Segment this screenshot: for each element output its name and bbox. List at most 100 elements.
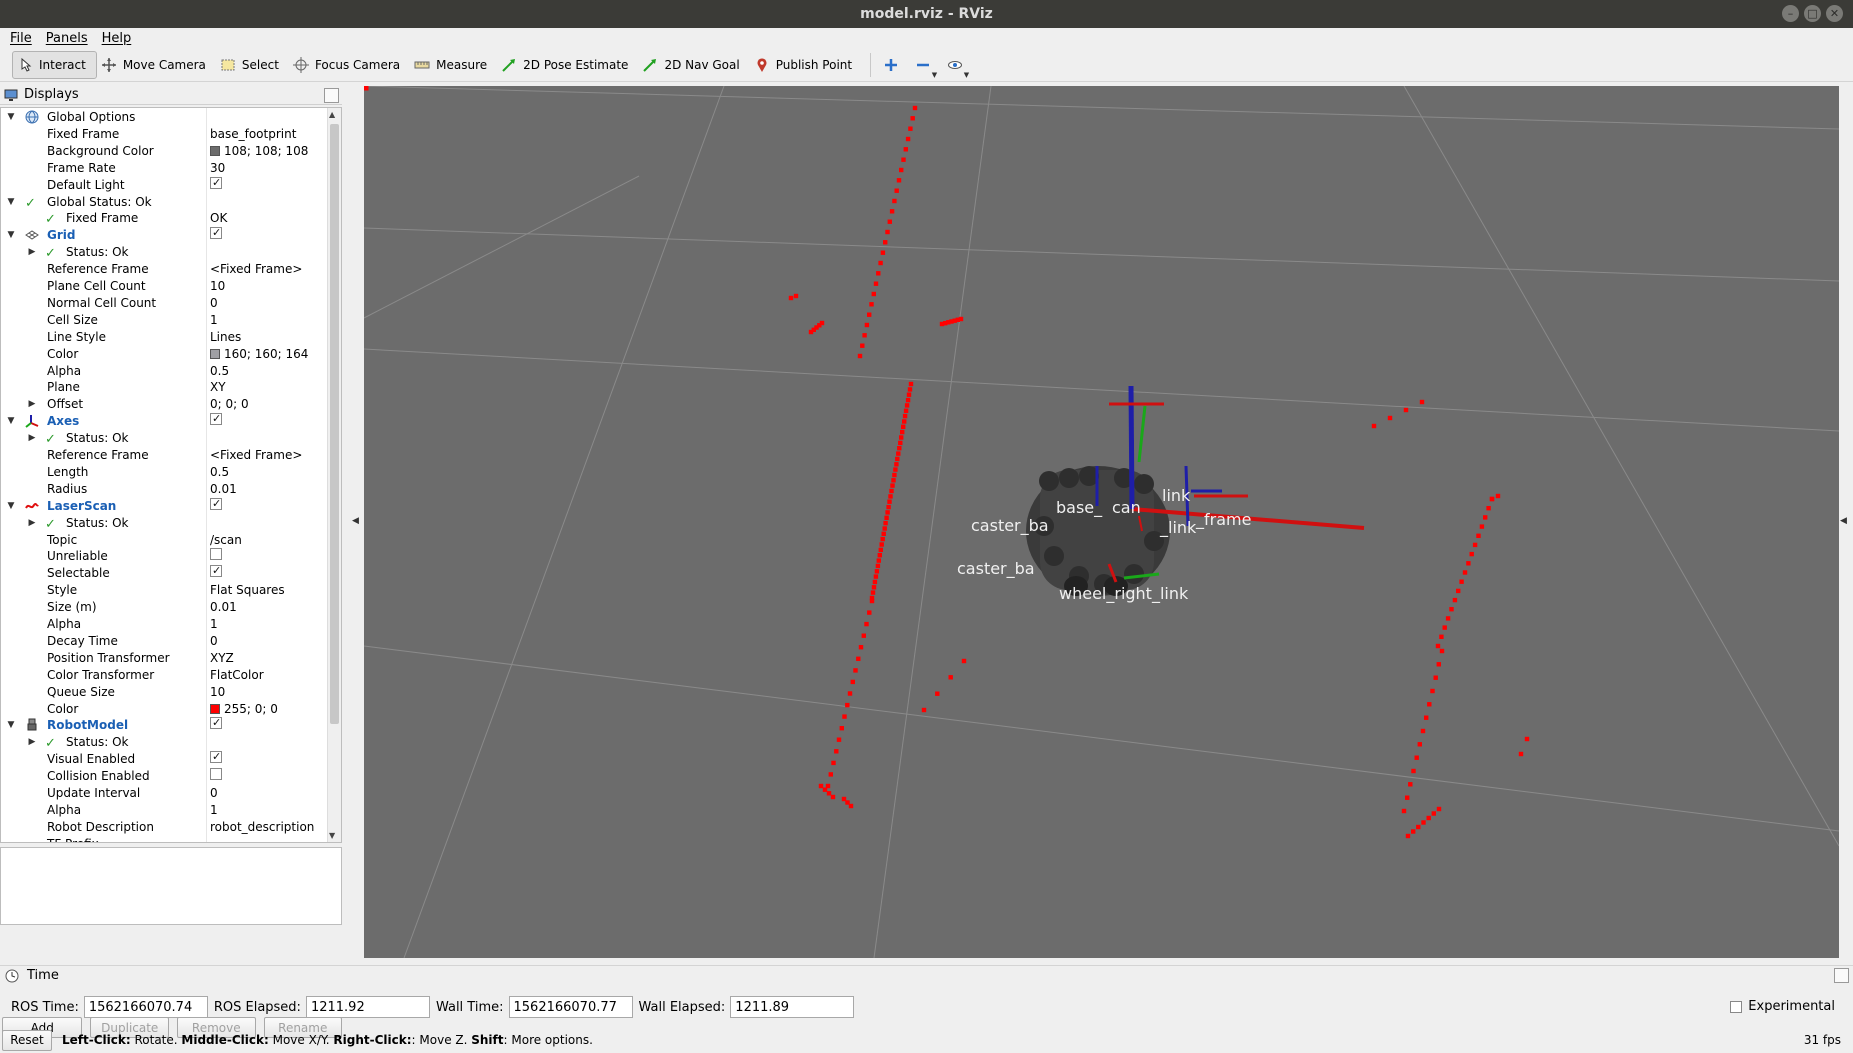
property-value[interactable]	[210, 768, 222, 781]
ros-time-field[interactable]	[83, 996, 208, 1018]
property-checkbox[interactable]	[210, 225, 222, 241]
tree-row[interactable]: ▼ Grid	[1, 225, 327, 243]
tree-row[interactable]: Line Style Lines	[1, 329, 327, 345]
tree-row[interactable]: Radius 0.01	[1, 481, 327, 497]
property-value[interactable]: 1	[210, 312, 218, 328]
tree-row[interactable]: Normal Cell Count 0	[1, 295, 327, 311]
scrollbar-thumb[interactable]	[330, 124, 339, 724]
property-value[interactable]: 1	[210, 616, 218, 632]
tree-row[interactable]: Queue Size 10	[1, 684, 327, 700]
panel-close-button[interactable]	[324, 88, 339, 103]
collapse-arrow-icon[interactable]: ▼	[6, 498, 16, 514]
tree-row[interactable]: Length 0.5	[1, 464, 327, 480]
tool-2d-pose-estimate[interactable]: 2D Pose Estimate	[497, 51, 638, 79]
tree-row[interactable]: Fixed Frame base_footprint	[1, 126, 327, 142]
property-checkbox[interactable]	[210, 563, 222, 579]
collapse-left-arrow[interactable]: ◀	[352, 516, 359, 526]
tree-row[interactable]: Selectable	[1, 563, 327, 581]
property-value[interactable]	[210, 563, 222, 579]
tool-interact[interactable]: Interact	[12, 50, 97, 79]
property-value[interactable]: XY	[210, 379, 226, 395]
tool-select[interactable]: Select	[216, 51, 289, 79]
tree-row[interactable]: Alpha 1	[1, 802, 327, 818]
expand-arrow-icon[interactable]: ▶	[27, 430, 37, 446]
property-value[interactable]	[210, 225, 222, 241]
tree-row[interactable]: TF Prefix	[1, 836, 327, 842]
expand-arrow-icon[interactable]: ▶	[27, 244, 37, 260]
property-value[interactable]: XYZ	[210, 650, 234, 666]
property-checkbox[interactable]	[210, 496, 222, 512]
tree-row[interactable]: Cell Size 1	[1, 312, 327, 328]
tree-row[interactable]: Background Color 108; 108; 108	[1, 143, 327, 159]
property-value[interactable]: 0.01	[210, 481, 237, 497]
expand-arrow-icon[interactable]: ▶	[27, 734, 37, 750]
menu-file[interactable]: File	[10, 31, 32, 46]
tree-row[interactable]: ▶ ✓ Status: Ok	[1, 244, 327, 261]
scroll-down-icon[interactable]: ▼	[329, 831, 335, 840]
tool-focus-camera[interactable]: Focus Camera	[289, 51, 410, 79]
property-value[interactable]: Lines	[210, 329, 241, 345]
tree-row[interactable]: Decay Time 0	[1, 633, 327, 649]
tree-row[interactable]: ▶ Offset 0; 0; 0	[1, 396, 327, 412]
tree-row[interactable]: Plane Cell Count 10	[1, 278, 327, 294]
tree-row[interactable]: Collision Enabled	[1, 768, 327, 784]
tree-row[interactable]: Size (m) 0.01	[1, 599, 327, 615]
property-value[interactable]: base_footprint	[210, 126, 296, 142]
ros-elapsed-field[interactable]	[305, 996, 430, 1018]
wall-time-field[interactable]	[508, 996, 633, 1018]
tree-row[interactable]: Color 255; 0; 0	[1, 701, 327, 717]
panel-close-button[interactable]	[1834, 968, 1849, 983]
property-checkbox[interactable]	[210, 175, 222, 191]
property-value[interactable]: /scan	[210, 532, 242, 548]
property-checkbox[interactable]	[210, 715, 222, 731]
tree-row[interactable]: Plane XY	[1, 379, 327, 395]
tree-row[interactable]: ▼ Axes	[1, 411, 327, 429]
property-value[interactable]: 0; 0; 0	[210, 396, 249, 412]
property-value[interactable]: OK	[210, 210, 227, 226]
property-checkbox[interactable]	[210, 768, 222, 781]
collapse-arrow-icon[interactable]: ▼	[6, 194, 16, 210]
property-value[interactable]	[210, 411, 222, 427]
collapse-arrow-icon[interactable]: ▼	[6, 227, 16, 243]
scroll-up-icon[interactable]: ▲	[329, 110, 335, 119]
property-value[interactable]	[210, 548, 222, 561]
view-options-button[interactable]: ▼	[943, 53, 969, 79]
tree-row[interactable]: Color Transformer FlatColor	[1, 667, 327, 683]
property-value[interactable]	[210, 175, 222, 191]
tree-row[interactable]: ▼ ✓ Global Status: Ok	[1, 194, 327, 211]
tree-row[interactable]: ▶ ✓ Status: Ok	[1, 430, 327, 447]
collapse-arrow-icon[interactable]: ▼	[6, 109, 16, 125]
property-value[interactable]: 0	[210, 633, 218, 649]
tree-row[interactable]: ▼ LaserScan	[1, 496, 327, 514]
render-3d-view[interactable]: base_ can link caster_ba caster_ba wheel…	[364, 86, 1839, 958]
property-value[interactable]	[210, 496, 222, 512]
tree-row[interactable]: Topic/scan	[1, 532, 327, 548]
tool-move-camera[interactable]: Move Camera	[97, 51, 216, 79]
property-checkbox[interactable]	[210, 548, 222, 561]
property-value[interactable]: 0	[210, 295, 218, 311]
tree-row[interactable]: Update Interval 0	[1, 785, 327, 801]
property-value[interactable]: robot_description	[210, 819, 314, 835]
displays-tree[interactable]: ▼ Global Options Fixed Frame base_footprint…	[0, 107, 342, 843]
scene-canvas[interactable]	[364, 86, 1839, 958]
property-value[interactable]: FlatColor	[210, 667, 264, 683]
property-value[interactable]: <Fixed Frame>	[210, 447, 302, 463]
tree-row[interactable]: Unreliable	[1, 548, 327, 564]
property-checkbox[interactable]	[210, 411, 222, 427]
tree-row[interactable]: ▶ ✓ Status: Ok	[1, 515, 327, 532]
property-value[interactable]: Flat Squares	[210, 582, 285, 598]
property-value[interactable]: 10	[210, 684, 225, 700]
add-tool-button[interactable]	[879, 53, 903, 77]
tree-row[interactable]: Frame Rate 30	[1, 160, 327, 176]
maximize-button[interactable]: □	[1804, 5, 1821, 22]
tree-row[interactable]: Reference Frame <Fixed Frame>	[1, 261, 327, 277]
property-value[interactable]: 1	[210, 802, 218, 818]
tree-row[interactable]: Robot Description robot_description	[1, 819, 327, 835]
property-value[interactable]: 0.01	[210, 599, 237, 615]
collapse-arrow-icon[interactable]: ▼	[6, 413, 16, 429]
property-checkbox[interactable]	[210, 749, 222, 765]
close-button[interactable]: ✕	[1826, 5, 1843, 22]
property-value[interactable]: 255; 0; 0	[210, 701, 278, 717]
property-value[interactable]: 10	[210, 278, 225, 294]
tree-row[interactable]: Reference Frame <Fixed Frame>	[1, 447, 327, 463]
